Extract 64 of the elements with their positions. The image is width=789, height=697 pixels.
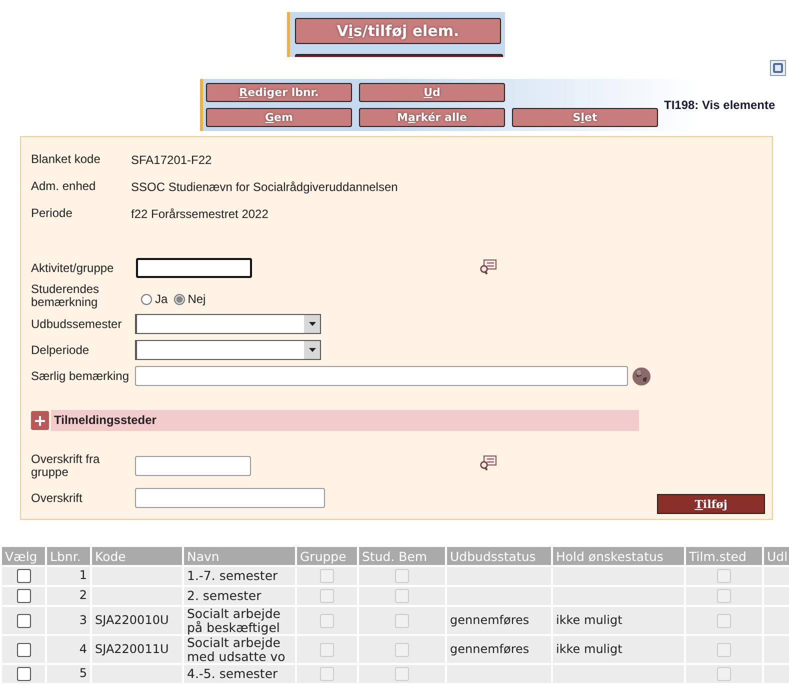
field-label: Delperiode — [31, 344, 90, 356]
table-cell: gennemføres — [450, 612, 530, 627]
caret-icon — [308, 348, 316, 352]
add-button[interactable]: Tilføj — [657, 494, 765, 514]
field-label: Overskrift — [31, 492, 84, 504]
table-cell: SJA220010U — [95, 612, 169, 627]
field-label: Studerendes bemærkning — [31, 283, 100, 309]
column-header[interactable]: Hold ønskestatus — [552, 546, 685, 566]
table-cell: Socialt arbejde på beskæftigel — [187, 606, 280, 634]
info-label: Periode — [31, 207, 74, 222]
text-field[interactable] — [135, 488, 325, 508]
table-cell: Socialt arbejde med udsatte vo — [187, 635, 286, 664]
plus-icon[interactable] — [31, 411, 49, 430]
table-cell: 4 — [79, 642, 87, 656]
toolbar-button[interactable]: Markér alle — [359, 108, 505, 127]
column-header[interactable]: Vælg — [1, 546, 46, 566]
radio-option[interactable]: Ja — [141, 292, 168, 306]
search-document-icon[interactable] — [479, 259, 497, 275]
checkbox[interactable] — [16, 667, 30, 681]
help-icon[interactable] — [770, 60, 786, 76]
caret-icon — [308, 322, 316, 326]
checkbox[interactable] — [16, 569, 30, 583]
column-header[interactable]: Lbnr. — [46, 546, 91, 566]
field-label: Særlig bemærking — [31, 370, 130, 382]
table-cell: 3 — [79, 612, 87, 627]
table-cell: 1.-7. semester — [187, 568, 278, 584]
field-label: Aktivitet/gruppe — [31, 262, 115, 274]
column-header[interactable]: Kode — [91, 546, 183, 566]
column-header[interactable]: Udl — [763, 546, 789, 566]
info-label: Adm. enhed — [31, 180, 97, 195]
table-cell: 4.-5. semester — [187, 666, 278, 682]
toolbar-button[interactable]: Rediger lbnr. — [206, 83, 352, 102]
table-cell: ikke muligt — [556, 612, 622, 627]
checkbox[interactable] — [16, 614, 30, 628]
checkbox[interactable] — [16, 589, 30, 603]
table-cell: ikke muligt — [556, 642, 622, 656]
toolbar-button[interactable]: Slet — [512, 108, 658, 127]
info-value: f22 Forårssemestret 2022 — [131, 207, 268, 223]
text-field[interactable] — [135, 366, 628, 386]
checkbox[interactable] — [16, 642, 30, 656]
column-header[interactable]: Udbudsstatus — [446, 546, 552, 566]
table-cell: gennemføres — [450, 642, 530, 656]
table-cell: SJA220011U — [95, 642, 169, 656]
info-value: SFA17201-F22 — [131, 153, 212, 169]
field-label: Overskrift fra gruppe — [31, 453, 101, 479]
toolbar-button[interactable]: Ud — [359, 83, 505, 102]
column-header[interactable]: Navn — [183, 546, 296, 566]
toolbar-button[interactable]: Gem — [206, 108, 352, 127]
field-label: Udbudssemester — [31, 318, 123, 330]
radio-option[interactable]: Nej — [174, 292, 206, 306]
text-field[interactable] — [136, 258, 252, 278]
table-cell: 2 — [79, 588, 87, 602]
dropdown-field[interactable] — [135, 340, 321, 360]
table-cell: 2. semester — [187, 588, 262, 604]
show-add-button[interactable]: Vis/tilføj elem. — [295, 18, 501, 44]
page-title: TI198: Vis elemente — [664, 98, 776, 112]
table-cell: 5 — [79, 666, 87, 680]
text-field[interactable] — [135, 456, 251, 476]
info-label: Blanket kode — [31, 153, 102, 168]
dropdown-field[interactable] — [135, 314, 321, 334]
globe-icon[interactable] — [632, 366, 651, 386]
info-value: SSOC Studienævn for Socialrådgiveruddannelsen — [131, 180, 398, 196]
search-document-icon[interactable] — [479, 455, 497, 471]
table-cell: 1 — [79, 568, 87, 582]
